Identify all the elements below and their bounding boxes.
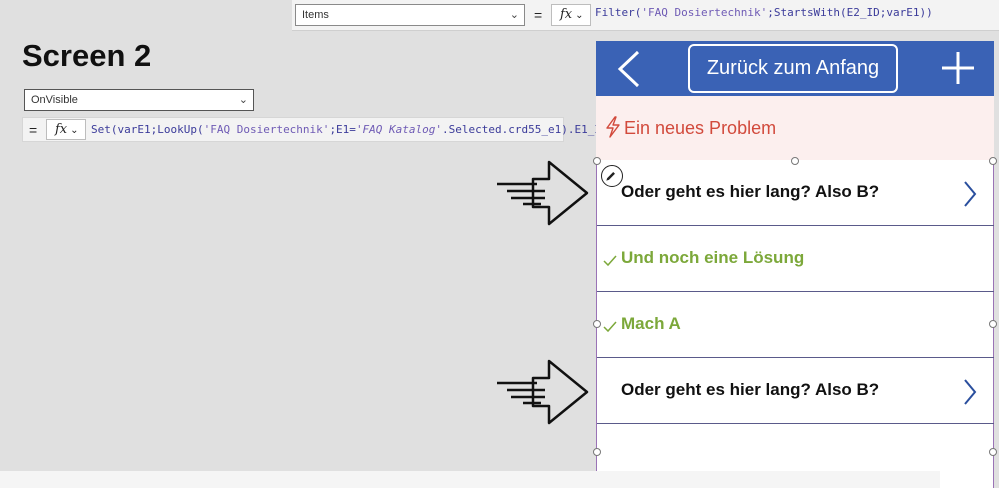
equals-sign: = [534,7,543,23]
formula-string: 'FAQ Dosiertechnik' [641,6,768,19]
item-title: Und noch eine Lösung [621,248,805,267]
formula-text: ;StartsWith(E2_ID;varE1)) [767,6,933,19]
top-formula-bar: Items ⌄ = fx ⌄ Filter('FAQ Dosiertechnik'… [292,0,999,31]
plus-icon[interactable] [941,51,975,85]
list-item[interactable]: Und noch eine Lösung [597,226,994,292]
chevron-down-icon: ⌄ [238,94,248,106]
home-button[interactable]: Zurück zum Anfang [688,44,898,93]
item-title: Oder geht es hier lang? Also B? [621,380,880,399]
selection-handle[interactable] [593,320,601,328]
selection-handle[interactable] [989,448,997,456]
formula-input[interactable]: Filter('FAQ Dosiertechnik';StartsWith(E2… [595,6,933,19]
fx-icon: fx [55,122,68,137]
chevron-down-icon: ⌄ [509,9,519,21]
list-item[interactable]: Mach A [597,292,994,358]
chevron-down-icon: ⌄ [70,125,79,136]
checkmark-icon [603,255,617,267]
onvisible-property-dropdown[interactable]: OnVisible ⌄ [24,89,254,111]
list-item[interactable]: Oder geht es hier lang? Also B? [597,358,994,424]
status-strip [0,471,940,488]
formula-string: 'FAQ Dosiertechnik' [203,123,330,136]
formula-string: 'FAQ Katalog' [355,123,443,136]
equals-sign: = [29,122,38,138]
formula-input[interactable]: Set(varE1;LookUp('FAQ Dosiertechnik';E1=… [91,123,627,136]
selection-handle[interactable] [989,157,997,165]
fx-button[interactable]: fx ⌄ [46,119,86,140]
formula-text: Filter( [595,6,642,19]
item-title: Oder geht es hier lang? Also B? [621,182,880,201]
chevron-down-icon: ⌄ [575,10,584,21]
faq-gallery: Oder geht es hier lang? Also B? Und noch… [596,160,994,488]
property-dropdown-value: OnVisible [31,94,78,106]
fx-icon: fx [560,7,573,22]
app-canvas: Zurück zum Anfang Ein neues Problem Oder… [593,41,997,488]
property-dropdown[interactable]: Items ⌄ [295,4,525,26]
formula-text: ;E1= [329,123,356,136]
selection-handle[interactable] [989,320,997,328]
screen-title: Screen 2 [22,38,152,73]
edit-pencil-icon[interactable] [601,165,623,187]
property-dropdown-value: Items [302,9,329,21]
item-title: Mach A [621,314,681,333]
arrow-right-icon [497,160,589,226]
selection-handle[interactable] [791,157,799,165]
fx-button[interactable]: fx ⌄ [551,4,591,26]
lightning-icon [606,116,620,138]
chevron-right-icon[interactable] [962,378,978,406]
formula-text: Set(varE1;LookUp( [91,123,204,136]
back-arrow-icon[interactable] [614,49,644,89]
app-header: Zurück zum Anfang [596,41,994,96]
onvisible-formula-bar: = fx ⌄ Set(varE1;LookUp('FAQ Dosiertechni… [22,117,627,142]
new-problem-button[interactable]: Ein neues Problem [596,96,994,160]
selection-handle[interactable] [593,157,601,165]
new-problem-label: Ein neues Problem [624,118,777,138]
chevron-right-icon[interactable] [962,180,978,208]
arrow-right-icon [497,359,589,425]
list-item[interactable]: Oder geht es hier lang? Also B? [597,160,994,226]
selection-handle[interactable] [593,448,601,456]
checkmark-icon [603,321,617,333]
